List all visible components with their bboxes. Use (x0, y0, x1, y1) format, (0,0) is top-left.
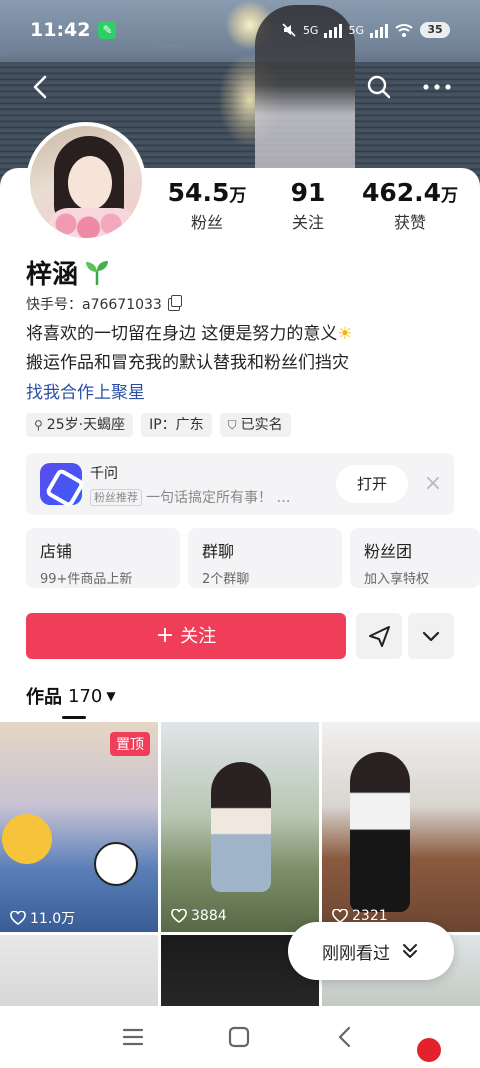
more-icon[interactable] (420, 70, 454, 104)
search-icon[interactable] (362, 70, 396, 104)
heart-icon (332, 909, 348, 923)
tag-ip: IP：广东 (141, 413, 212, 437)
card-group-chat[interactable]: 群聊 2个群聊 (188, 528, 342, 588)
tile-person (211, 762, 271, 892)
user-id: 快手号：a76671033 (26, 297, 162, 313)
battery-indicator: 35 (420, 22, 450, 38)
promo-open-button[interactable]: 打开 (336, 465, 408, 503)
network-type-2: 5G (348, 23, 364, 37)
promo-desc: 一句话搞定所有事！ … (146, 490, 291, 506)
card-fan-sub: 加入享特权 (364, 572, 430, 587)
double-chevron-down-icon (403, 944, 417, 958)
promo-badge: 粉丝推荐 (90, 488, 142, 506)
pinned-badge: 置顶 (110, 732, 150, 756)
user-id-row: 快手号：a76671033 (26, 294, 182, 314)
shield-check-icon: ⛉ (227, 418, 237, 432)
network-type-1: 5G (302, 23, 319, 37)
heart-icon (171, 909, 187, 923)
panda-sticker (94, 842, 138, 886)
top-nav (0, 62, 480, 110)
promo-line: 粉丝推荐 一句话搞定所有事！ … (90, 487, 290, 507)
back-icon[interactable] (332, 1024, 358, 1050)
video-tile[interactable]: 2321 (322, 722, 480, 932)
share-button[interactable] (356, 613, 402, 659)
app-notification-icon: ✎ (98, 21, 117, 39)
stat-following-value: 91 (290, 178, 326, 207)
stat-fans-label: 粉丝 (190, 213, 223, 232)
send-icon (369, 626, 390, 647)
stat-likes[interactable]: 462.4万 获赞 (355, 178, 465, 233)
recently-viewed-label: 刚刚看过 (322, 943, 390, 964)
stat-fans[interactable]: 54.5万 粉丝 (152, 178, 262, 233)
tile-person (350, 752, 410, 912)
caret-down-icon: ▼ (106, 689, 116, 703)
stat-following-label: 关注 (291, 213, 324, 232)
wifi-icon (395, 24, 413, 37)
feature-cards: 店铺 99+件商品上新 群聊 2个群聊 粉丝团 加入享特权 (26, 528, 480, 588)
stat-fans-value: 54.5万 (167, 178, 247, 207)
system-nav-bar (0, 1006, 480, 1068)
follow-button[interactable]: + 关注 (26, 613, 346, 659)
action-row: + 关注 (26, 613, 456, 659)
status-bar: 11:42 ✎ 5G 5G 35 (0, 0, 480, 60)
copy-icon[interactable] (167, 294, 182, 311)
avatar-face (68, 156, 112, 210)
mute-icon (282, 23, 296, 37)
screen-record-indicator[interactable] (417, 1038, 441, 1062)
card-fan-title: 粉丝团 (364, 542, 413, 561)
card-fan-club[interactable]: 粉丝团 加入享特权 (350, 528, 480, 588)
bio: 将喜欢的一切留在身边 这便是努力的意义☀ 搬运作品和冒充我的默认替我和粉丝们挡灾 (26, 320, 466, 378)
tag-age: ⚲ 25岁·天蝎座 (26, 413, 134, 437)
card-shop[interactable]: 店铺 99+件商品上新 (26, 528, 180, 588)
plus-icon: + (155, 623, 175, 648)
video-tile[interactable]: 3884 (161, 722, 319, 932)
card-group-sub: 2个群聊 (202, 572, 250, 587)
sprout-icon (86, 261, 109, 285)
bio-line-2: 搬运作品和冒充我的默认替我和粉丝们挡灾 (26, 353, 349, 373)
profile-stats: 54.5万 粉丝 91 关注 462.4万 获赞 (150, 178, 480, 242)
sun-emoji-icon: ☀ (337, 324, 353, 344)
signal-icon-1 (324, 22, 343, 38)
video-tile[interactable]: 置顶 11.0万 (0, 722, 158, 932)
card-shop-sub: 99+件商品上新 (40, 572, 133, 587)
tag-verified: ⛉ 已实名 (219, 413, 291, 437)
home-icon[interactable] (226, 1024, 252, 1050)
tile-likes: 3884 (171, 908, 227, 924)
location-pin-icon: ⚲ (34, 418, 43, 432)
tab-works[interactable]: 作品 170 ▼ (26, 683, 116, 709)
stat-likes-value: 462.4万 (361, 178, 459, 207)
tab-underline (62, 716, 86, 719)
more-options-button[interactable] (408, 613, 454, 659)
tile-likes: 11.0万 (10, 908, 75, 928)
card-group-title: 群聊 (202, 542, 235, 561)
status-indicators: 5G 5G 35 (281, 22, 450, 38)
heart-icon (10, 911, 26, 925)
card-shop-title: 店铺 (40, 542, 73, 561)
recently-viewed-button[interactable]: 刚刚看过 (288, 922, 454, 980)
menu-icon[interactable] (120, 1024, 146, 1050)
works-label: 作品 (26, 687, 62, 708)
profile-tags: ⚲ 25岁·天蝎座 IP：广东 ⛉ 已实名 (26, 413, 291, 437)
signal-icon-2 (370, 22, 388, 38)
avatar[interactable] (26, 122, 146, 242)
bio-line-1: 将喜欢的一切留在身边 这便是努力的意义☀ (26, 324, 353, 344)
stat-following[interactable]: 91 关注 (253, 178, 363, 233)
smiley-sticker (2, 814, 52, 864)
promo-banner[interactable]: 千问 粉丝推荐 一句话搞定所有事！ … 打开 × (26, 453, 454, 515)
works-count: 170 (68, 685, 103, 707)
promo-name: 千问 (90, 466, 118, 482)
stat-likes-label: 获赞 (393, 213, 426, 232)
chevron-down-icon (422, 631, 440, 642)
cooperation-link[interactable]: 找我合作上聚星 (26, 378, 145, 403)
avatar-flowers (48, 208, 138, 238)
profile-name: 梓涵 (26, 259, 79, 290)
qianwen-app-icon (40, 463, 82, 505)
close-icon[interactable]: × (420, 471, 446, 497)
status-time: 11:42 (30, 19, 91, 41)
name-row: 梓涵 (26, 254, 112, 290)
back-icon[interactable] (24, 70, 58, 104)
